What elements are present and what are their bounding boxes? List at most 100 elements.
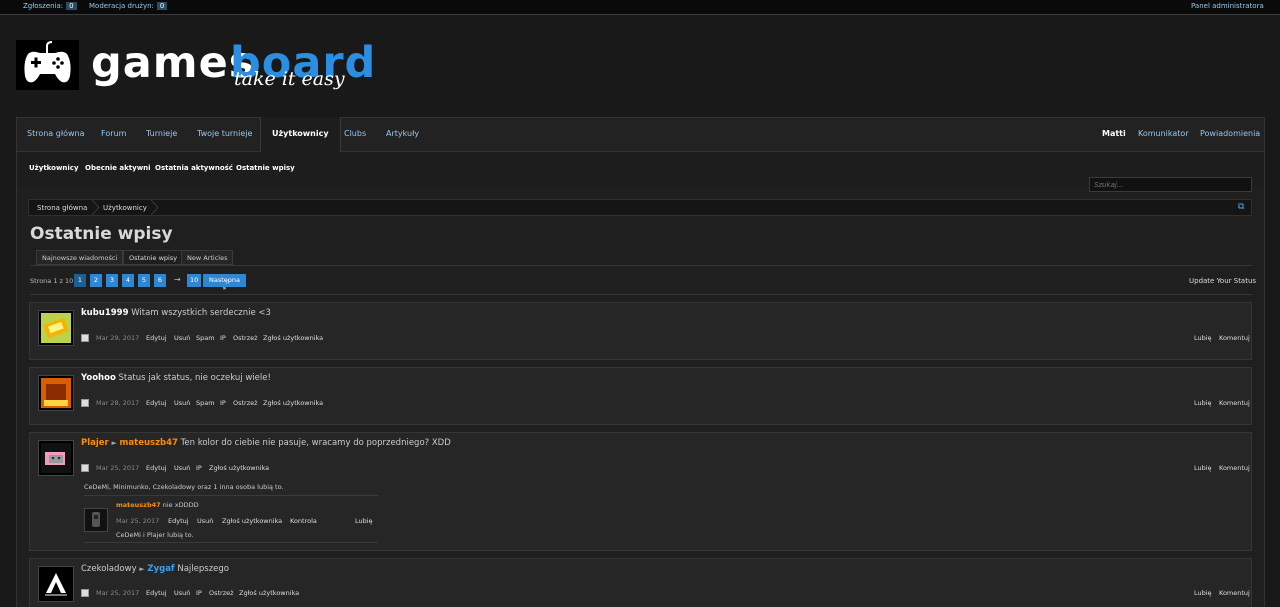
tab-my-tournaments[interactable]: Twoje turnieje <box>197 129 252 138</box>
comment-author[interactable]: mateuszb47 <box>116 501 161 509</box>
edit-link[interactable]: Edytuj <box>146 589 167 597</box>
page-title: Ostatnie wpisy <box>30 224 173 244</box>
delete-link[interactable]: Usuń <box>174 464 190 472</box>
like-link[interactable]: Lubię <box>1194 399 1212 407</box>
update-status-link[interactable]: Update Your Status <box>1189 277 1256 285</box>
post-likes[interactable]: CeDeMi, Minimunko, Czekoladowy oraz 1 in… <box>84 483 284 491</box>
page-6-button[interactable]: 6 <box>154 274 166 287</box>
like-link[interactable]: Lubię <box>1194 589 1212 597</box>
report-link[interactable]: Zgłoś użytkownika <box>222 517 282 525</box>
delete-link[interactable]: Usuń <box>174 589 190 597</box>
divider <box>30 294 1252 295</box>
user-menu[interactable]: Matti <box>1102 129 1126 138</box>
ip-link[interactable]: IP <box>220 334 226 342</box>
page-4-button[interactable]: 4 <box>122 274 134 287</box>
tab-clubs[interactable]: Clubs <box>344 129 366 138</box>
spam-link[interactable]: Spam <box>196 399 215 407</box>
comment-date[interactable]: Mar 25, 2017 <box>116 517 159 525</box>
notifications-link[interactable]: Powiadomienia <box>1200 129 1260 138</box>
control-link[interactable]: Kontrola <box>290 517 317 525</box>
page-5-button[interactable]: 5 <box>138 274 150 287</box>
select-checkbox[interactable] <box>81 464 89 472</box>
ip-link[interactable]: IP <box>220 399 226 407</box>
post-date[interactable]: Mar 29, 2017 <box>96 334 139 342</box>
post-date[interactable]: Mar 25, 2017 <box>96 464 139 472</box>
page-10-button[interactable]: 10 <box>187 274 202 287</box>
comment-likes[interactable]: CeDeMi i Plajer lubią to. <box>116 531 194 539</box>
comment-link[interactable]: Komentuj <box>1219 399 1250 407</box>
edit-link[interactable]: Edytuj <box>146 334 167 342</box>
comment-avatar[interactable] <box>84 508 108 532</box>
breadcrumb-home[interactable]: Strona główna <box>37 204 87 212</box>
post-author[interactable]: Czekoladowy <box>81 564 137 574</box>
delete-link[interactable]: Usuń <box>174 334 190 342</box>
subnav-online[interactable]: Obecnie aktywni <box>85 164 151 172</box>
logo-tagline: take it easy <box>234 68 345 90</box>
post-target[interactable]: mateuszb47 <box>120 438 178 448</box>
post-author[interactable]: Yoohoo <box>81 373 116 383</box>
site-logo[interactable]: games board take it easy <box>16 38 375 92</box>
post-author[interactable]: kubu1999 <box>81 308 129 318</box>
ip-link[interactable]: IP <box>196 464 202 472</box>
delete-link[interactable]: Usuń <box>197 517 213 525</box>
avatar[interactable] <box>38 310 74 346</box>
comment-link[interactable]: Komentuj <box>1219 589 1250 597</box>
subnav-users[interactable]: Użytkownicy <box>29 164 79 172</box>
spam-link[interactable]: Spam <box>196 334 215 342</box>
warn-link[interactable]: Ostrzeż <box>233 334 258 342</box>
like-link[interactable]: Lubię <box>1194 464 1212 472</box>
tab-new-articles[interactable]: New Articles <box>181 250 234 265</box>
report-link[interactable]: Zgłoś użytkownika <box>263 399 323 407</box>
avatar[interactable] <box>38 375 74 411</box>
moderation-count: 0 <box>156 2 168 10</box>
edit-link[interactable]: Edytuj <box>146 399 167 407</box>
breadcrumb-users[interactable]: Użytkownicy <box>103 204 147 212</box>
subnav-recent-activity[interactable]: Ostatnia aktywność <box>155 164 233 172</box>
report-link[interactable]: Zgłoś użytkownika <box>209 464 269 472</box>
post-date[interactable]: Mar 25, 2017 <box>96 589 139 597</box>
edit-link[interactable]: Edytuj <box>168 517 189 525</box>
tab-users[interactable]: Użytkownicy <box>260 117 341 152</box>
post-target[interactable]: Zygaf <box>147 564 174 574</box>
next-page-button[interactable]: Następna » <box>203 274 246 292</box>
report-link[interactable]: Zgłoś użytkownika <box>239 589 299 597</box>
avatar[interactable] <box>38 566 74 602</box>
tab-tournaments[interactable]: Turnieje <box>146 129 177 138</box>
page-jump-icon[interactable]: → <box>174 275 181 284</box>
warn-link[interactable]: Ostrzeż <box>233 399 258 407</box>
page-3-button[interactable]: 3 <box>106 274 118 287</box>
tab-recent-posts[interactable]: Ostatnie wpisy <box>123 250 184 265</box>
search-input[interactable] <box>1089 177 1252 192</box>
warn-link[interactable]: Ostrzeż <box>209 589 234 597</box>
avatar[interactable] <box>38 440 74 476</box>
subnav-recent-posts[interactable]: Ostatnie wpisy <box>236 164 295 172</box>
report-link[interactable]: Zgłoś użytkownika <box>263 334 323 342</box>
post-actions: Lubię Komentuj <box>1191 589 1251 599</box>
delete-link[interactable]: Usuń <box>174 399 190 407</box>
page-2-button[interactable]: 2 <box>90 274 102 287</box>
copy-icon[interactable]: ⧉ <box>1238 202 1248 212</box>
select-checkbox[interactable] <box>81 399 89 407</box>
tab-articles[interactable]: Artykuły <box>386 129 419 138</box>
breadcrumb-separator <box>92 200 100 215</box>
post-author[interactable]: Plajer <box>81 438 109 448</box>
post-date[interactable]: Mar 28, 2017 <box>96 399 139 407</box>
admin-panel-link[interactable]: Panel administratora <box>1191 2 1264 10</box>
page-1-button[interactable]: 1 <box>74 274 86 287</box>
comment: mateuszb47 nie xDDDD Mar 25, 2017 Edytuj… <box>84 495 378 543</box>
reports-link[interactable]: Zgłoszenia: 0 <box>23 2 77 10</box>
ip-link[interactable]: IP <box>196 589 202 597</box>
select-checkbox[interactable] <box>81 334 89 342</box>
like-link[interactable]: Lubię <box>355 517 373 525</box>
select-checkbox[interactable] <box>81 589 89 597</box>
messenger-link[interactable]: Komunikator <box>1138 129 1189 138</box>
comment-link[interactable]: Komentuj <box>1219 464 1250 472</box>
comment-link[interactable]: Komentuj <box>1219 334 1250 342</box>
tab-home[interactable]: Strona główna <box>27 129 85 138</box>
tab-forum[interactable]: Forum <box>101 129 126 138</box>
like-link[interactable]: Lubię <box>1194 334 1212 342</box>
edit-link[interactable]: Edytuj <box>146 464 167 472</box>
tab-newest-messages[interactable]: Najnowsze wiadomości <box>36 250 124 265</box>
comment-text: mateuszb47 nie xDDDD <box>116 501 199 509</box>
moderation-link[interactable]: Moderacja drużyn: 0 <box>89 2 168 10</box>
